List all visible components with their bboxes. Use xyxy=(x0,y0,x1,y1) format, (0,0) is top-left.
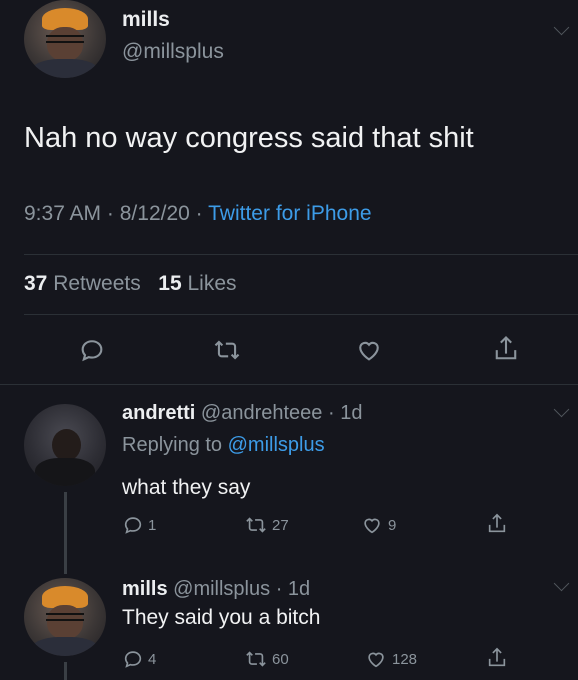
reply-header: mills @millsplus · 1d xyxy=(122,578,310,601)
replying-to-line: Replying to @millsplus xyxy=(122,434,325,457)
reply-text: what they say xyxy=(122,476,251,499)
reply-author-avatar[interactable] xyxy=(24,404,106,486)
like-icon xyxy=(364,518,380,534)
tweet-thread-page: mills @millsplus Nah no way congress sai… xyxy=(0,0,578,680)
likes-count: 15 xyxy=(158,272,182,295)
separator-dot: · xyxy=(275,578,283,600)
reply-header: andretti @andrehteee · 1d xyxy=(122,402,362,425)
like-button[interactable] xyxy=(354,336,384,364)
retweets-label: Retweets xyxy=(53,272,141,295)
retweet-icon xyxy=(214,340,240,360)
share-icon xyxy=(488,513,506,533)
chevron-down-icon[interactable] xyxy=(553,401,570,418)
share-button[interactable] xyxy=(492,334,520,364)
divider xyxy=(0,384,578,385)
like-count: 9 xyxy=(388,516,397,534)
main-author-name[interactable]: mills xyxy=(122,8,170,32)
like-icon xyxy=(359,341,379,361)
main-tweet-text: Nah no way congress said that shit xyxy=(24,122,474,154)
reply-author-avatar[interactable] xyxy=(24,578,106,656)
like-button[interactable]: 9 xyxy=(360,514,396,536)
reply-author-handle[interactable]: @millsplus xyxy=(173,578,270,600)
like-icon xyxy=(368,652,384,668)
reply-button[interactable]: 4 xyxy=(122,648,156,670)
likes-label: Likes xyxy=(187,272,237,295)
tweet-date: 8/12/20 xyxy=(119,202,190,225)
tweet-time: 9:37 AM xyxy=(24,202,102,225)
share-button[interactable] xyxy=(486,646,508,670)
reply-icon xyxy=(81,340,103,362)
reply-age: 1d xyxy=(287,578,311,600)
retweet-button[interactable] xyxy=(212,336,242,364)
divider xyxy=(24,254,578,255)
tweet-stats: 37 Retweets 15 Likes xyxy=(24,272,237,296)
separator-dot: · xyxy=(195,202,203,225)
reply-icon xyxy=(124,517,142,534)
reply-icon xyxy=(124,651,142,668)
thread-line xyxy=(64,662,67,680)
reply-author-handle[interactable]: @andrehteee xyxy=(201,402,323,424)
reply-button[interactable]: 1 xyxy=(122,514,156,536)
main-author-handle[interactable]: @millsplus xyxy=(122,40,224,64)
retweet-icon xyxy=(246,651,266,667)
share-icon xyxy=(488,647,506,667)
thread-line xyxy=(64,492,67,574)
share-icon xyxy=(495,335,517,360)
divider xyxy=(24,314,578,315)
separator-dot: · xyxy=(327,402,335,424)
likes-stat[interactable]: 15 Likes xyxy=(158,272,236,295)
chevron-down-icon[interactable] xyxy=(553,575,570,592)
retweet-icon xyxy=(246,517,266,533)
share-button[interactable] xyxy=(486,512,508,536)
separator-dot: · xyxy=(106,202,114,225)
reply-author-name[interactable]: andretti xyxy=(122,402,195,424)
main-author-avatar[interactable] xyxy=(24,0,106,78)
retweets-stat[interactable]: 37 Retweets xyxy=(24,272,141,295)
reply-count: 4 xyxy=(148,650,157,668)
reply-text: They said you a bitch xyxy=(122,606,321,629)
replying-to-mention[interactable]: @millsplus xyxy=(228,434,325,456)
retweet-button[interactable]: 60 xyxy=(244,648,289,670)
reply-author-name[interactable]: mills xyxy=(122,578,168,600)
reply-button[interactable] xyxy=(78,336,106,364)
retweet-count: 27 xyxy=(272,516,289,534)
reply-age: 1d xyxy=(340,402,363,424)
tweet-timestamp-row: 9:37 AM · 8/12/20 · Twitter for iPhone xyxy=(24,202,372,226)
chevron-down-icon[interactable] xyxy=(553,19,570,36)
retweet-button[interactable]: 27 xyxy=(244,514,289,536)
replying-to-prefix: Replying to xyxy=(122,434,223,456)
like-count: 128 xyxy=(392,650,418,668)
like-button[interactable]: 128 xyxy=(364,648,417,670)
retweets-count: 37 xyxy=(24,272,48,295)
reply-count: 1 xyxy=(148,516,157,534)
retweet-count: 60 xyxy=(272,650,289,668)
tweet-source-link[interactable]: Twitter for iPhone xyxy=(208,202,371,225)
